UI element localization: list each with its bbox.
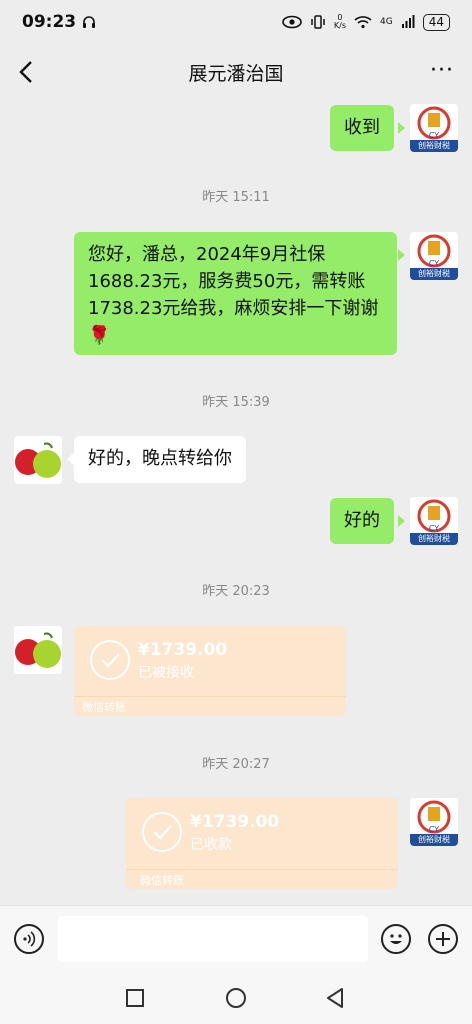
plus-icon: [436, 932, 450, 946]
status-time: 09:23: [22, 12, 77, 32]
outgoing-message[interactable]: 收到: [330, 105, 394, 151]
system-nav-bar: [0, 971, 472, 1024]
my-avatar[interactable]: CY 创裕财税: [410, 104, 458, 152]
message-text: 收到: [344, 117, 380, 138]
check-circle-icon: [90, 640, 130, 680]
add-more-button[interactable]: [428, 924, 458, 954]
logo-caption: 创裕财税: [410, 268, 458, 280]
divider: [126, 869, 398, 870]
timestamp: 昨天 15:39: [202, 395, 270, 410]
bubble-tail: [67, 453, 74, 465]
svg-text:CY: CY: [429, 524, 439, 533]
check-circle-icon: [142, 812, 182, 852]
contact-avatar[interactable]: [14, 626, 62, 674]
voice-icon: [23, 931, 36, 947]
my-avatar[interactable]: CY 创裕财税: [410, 497, 458, 545]
bubble-tail: [398, 515, 405, 527]
transfer-amount: ¥1739.00: [190, 812, 280, 832]
transfer-footer: 微信转账: [82, 701, 126, 714]
status-bar: 09:23 0 K/s 4G 44: [0, 0, 472, 44]
message-input[interactable]: [58, 916, 368, 962]
contact-avatar[interactable]: [14, 436, 62, 484]
logo-caption: 创裕财税: [410, 834, 458, 846]
timestamp: 昨天 15:11: [202, 190, 270, 205]
message-text: 好的，晚点转给你: [88, 448, 232, 469]
back-arrow-icon[interactable]: [14, 58, 40, 86]
transfer-footer: 微信转账: [140, 874, 184, 887]
signal-icon: [401, 15, 415, 28]
smiley-icon: [390, 934, 402, 944]
svg-text:CY: CY: [429, 259, 439, 268]
outgoing-message[interactable]: 好的: [330, 498, 394, 544]
eye-icon: [282, 15, 302, 29]
emoji-button[interactable]: [381, 924, 411, 954]
headphones-icon: [83, 16, 96, 28]
message-text: 您好，潘总，2024年9月社保1688.23元，服务费50元，需转账1738.2…: [88, 244, 379, 346]
chat-message-list[interactable]: 收到 CY 创裕财税 昨天 15:11 您好，潘总，2024年9月社保1688.…: [0, 100, 472, 905]
message-text: 好的: [344, 510, 380, 531]
apples-avatar-icon: [14, 436, 62, 484]
divider: [74, 696, 346, 697]
timestamp: 昨天 20:27: [202, 757, 270, 772]
transfer-card[interactable]: ¥1739.00 已被接收 微信转账: [74, 626, 346, 716]
back-triangle-icon[interactable]: [324, 986, 346, 1010]
incoming-message[interactable]: 好的，晚点转给你: [74, 436, 246, 483]
home-icon[interactable]: [224, 986, 248, 1010]
logo-caption: 创裕财税: [410, 533, 458, 545]
svg-text:CY: CY: [429, 131, 439, 140]
more-options-button[interactable]: ···: [430, 58, 454, 83]
outgoing-message[interactable]: 您好，潘总，2024年9月社保1688.23元，服务费50元，需转账1738.2…: [74, 232, 397, 355]
transfer-status: 已被接收: [138, 665, 194, 681]
wifi-icon: [354, 16, 372, 29]
transfer-card[interactable]: ¥1739.00 已收款 微信转账: [126, 798, 398, 889]
signal-label: 4G: [380, 17, 393, 27]
net-speed: 0 K/s: [333, 13, 347, 30]
voice-input-button[interactable]: [14, 924, 44, 954]
input-bar: [0, 905, 472, 972]
my-avatar[interactable]: CY 创裕财税: [410, 798, 458, 846]
transfer-status: 已收款: [190, 837, 232, 853]
apples-avatar-icon: [14, 626, 62, 674]
bubble-tail: [398, 122, 405, 134]
vibrate-icon: [311, 15, 325, 29]
chat-header: 展元潘治国 ···: [0, 44, 472, 100]
bubble-tail: [398, 249, 405, 261]
transfer-amount: ¥1739.00: [138, 640, 228, 660]
recent-apps-icon[interactable]: [124, 987, 146, 1009]
battery-indicator: 44: [422, 13, 450, 31]
chat-title: 展元潘治国: [188, 62, 284, 85]
logo-caption: 创裕财税: [410, 140, 458, 152]
timestamp: 昨天 20:23: [202, 584, 270, 599]
svg-text:CY: CY: [429, 825, 439, 834]
my-avatar[interactable]: CY 创裕财税: [410, 232, 458, 280]
